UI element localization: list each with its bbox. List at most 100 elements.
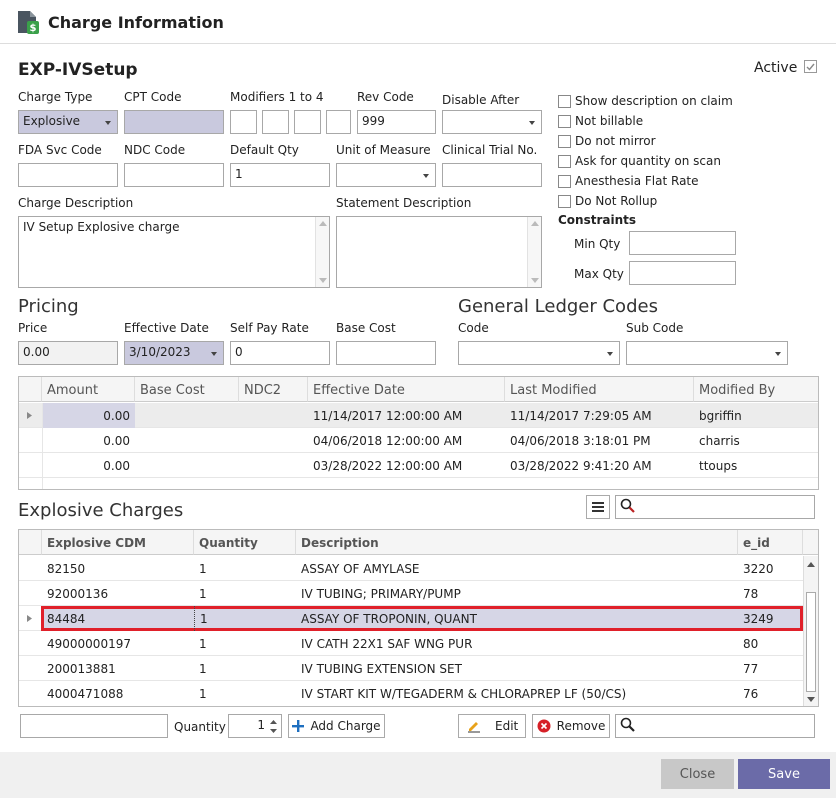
search-icon: [620, 717, 635, 732]
save-button[interactable]: Save: [738, 759, 830, 789]
cell-description: IV TUBING; PRIMARY/PUMP: [301, 587, 461, 601]
checkbox[interactable]: [558, 94, 571, 108]
option-do-not-mirror[interactable]: Do not mirror: [558, 131, 733, 151]
unit-of-measure-select[interactable]: [336, 163, 436, 187]
table-row[interactable]: 92000136 1 IV TUBING; PRIMARY/PUMP 78: [19, 581, 803, 606]
cell-ndc2: [239, 428, 308, 453]
cell-modified-by: ttoups: [699, 459, 738, 473]
textarea-scrollbar[interactable]: [527, 217, 541, 287]
active-checkbox[interactable]: [804, 60, 817, 73]
charge-type-select[interactable]: Explosive: [18, 110, 118, 134]
search-icon: [620, 498, 635, 513]
column-header-effective-date[interactable]: Effective Date: [308, 377, 505, 402]
scroll-up-icon[interactable]: [319, 221, 327, 226]
max-qty-input[interactable]: [629, 261, 736, 285]
bottom-search-input[interactable]: [615, 714, 815, 738]
cell-quantity: 1: [199, 662, 207, 676]
column-header-e-id[interactable]: e_id: [738, 530, 803, 555]
scroll-down-icon[interactable]: [531, 278, 539, 283]
default-qty-input[interactable]: 1: [230, 163, 330, 187]
modifier-1-input[interactable]: [230, 110, 257, 134]
table-row[interactable]: 200013881 1 IV TUBING EXTENSION SET 77: [19, 656, 803, 681]
price-input[interactable]: 0.00: [18, 341, 118, 365]
cell-cdm: 82150: [47, 562, 86, 576]
gl-code-label: Code: [458, 321, 489, 335]
cell-e-id: 77: [743, 662, 759, 676]
scroll-down-icon[interactable]: [807, 697, 815, 702]
column-header-last-modified[interactable]: Last Modified: [505, 377, 694, 402]
column-header-description[interactable]: Description: [296, 530, 738, 555]
gl-code-select[interactable]: [458, 341, 620, 365]
table-row[interactable]: 0.00 04/06/2018 12:00:00 AM 04/06/2018 3…: [19, 428, 818, 453]
column-header-base-cost[interactable]: Base Cost: [135, 377, 239, 402]
self-pay-rate-input[interactable]: 0: [230, 341, 330, 365]
cell-description: ASSAY OF TROPONIN, QUANT: [301, 612, 477, 626]
table-row[interactable]: 82150 1 ASSAY OF AMYLASE 3220: [19, 556, 803, 581]
option-ask-quantity[interactable]: Ask for quantity on scan: [558, 151, 733, 171]
quantity-stepper[interactable]: 1: [228, 714, 282, 738]
grid-divider: [42, 403, 43, 489]
cpt-code-input[interactable]: [124, 110, 224, 134]
scroll-up-icon[interactable]: [807, 562, 815, 567]
pricing-section-title: Pricing: [18, 296, 79, 317]
option-not-billable[interactable]: Not billable: [558, 111, 733, 131]
table-row[interactable]: 0.00 11/14/2017 12:00:00 AM 11/14/2017 7…: [19, 403, 818, 428]
table-row-selected[interactable]: 84484 1 ASSAY OF TROPONIN, QUANT 3249: [19, 606, 803, 631]
column-header-ndc2[interactable]: NDC2: [239, 377, 308, 402]
explosive-search-input[interactable]: [615, 495, 815, 519]
remove-button[interactable]: Remove: [532, 714, 610, 738]
base-cost-input[interactable]: [336, 341, 436, 365]
checkbox[interactable]: [558, 194, 571, 208]
ndc-code-input[interactable]: [124, 163, 224, 187]
active-label: Active: [754, 60, 798, 76]
cell-e-id: 76: [743, 687, 759, 701]
checkbox[interactable]: [558, 114, 571, 128]
column-header-amount[interactable]: Amount: [42, 377, 135, 402]
modifier-2-input[interactable]: [262, 110, 289, 134]
charge-description-textarea[interactable]: IV Setup Explosive charge: [18, 216, 330, 288]
min-qty-input[interactable]: [629, 231, 736, 255]
textarea-scrollbar[interactable]: [315, 217, 329, 287]
statement-description-textarea[interactable]: [336, 216, 542, 288]
grid-menu-button[interactable]: [586, 495, 610, 519]
cell-ndc2: [239, 453, 308, 478]
add-cdm-input[interactable]: [20, 714, 168, 738]
column-header-quantity[interactable]: Quantity: [194, 530, 296, 555]
vertical-scrollbar[interactable]: [803, 556, 818, 706]
effective-date-picker[interactable]: 3/10/2023: [124, 341, 224, 365]
option-show-description[interactable]: Show description on claim: [558, 91, 733, 111]
scrollbar-thumb[interactable]: [806, 592, 816, 692]
scroll-up-icon[interactable]: [531, 221, 539, 226]
edit-button[interactable]: Edit: [458, 714, 526, 738]
column-header-explosive-cdm[interactable]: Explosive CDM: [42, 530, 194, 555]
option-do-not-rollup[interactable]: Do Not Rollup: [558, 191, 733, 211]
stepper-down-icon[interactable]: [270, 729, 277, 733]
clinical-trial-input[interactable]: [442, 163, 542, 187]
cell-effective-date: 11/14/2017 12:00:00 AM: [313, 409, 463, 423]
grid-row-header: [19, 377, 42, 402]
disable-after-select[interactable]: [442, 110, 542, 134]
checkbox[interactable]: [558, 134, 571, 148]
checkbox[interactable]: [558, 174, 571, 188]
checkbox[interactable]: [558, 154, 571, 168]
stepper-up-icon[interactable]: [270, 720, 277, 724]
gl-sub-code-label: Sub Code: [626, 321, 684, 335]
option-anesthesia-flat-rate[interactable]: Anesthesia Flat Rate: [558, 171, 733, 191]
table-row[interactable]: 0.00 03/28/2022 12:00:00 AM 03/28/2022 9…: [19, 453, 818, 478]
modifier-4-input[interactable]: [326, 110, 351, 134]
hamburger-menu-icon: [592, 502, 604, 512]
scroll-down-icon[interactable]: [319, 278, 327, 283]
table-row[interactable]: 49000000197 1 IV CATH 22X1 SAF WNG PUR 8…: [19, 631, 803, 656]
fda-svc-code-input[interactable]: [18, 163, 118, 187]
table-row[interactable]: 4000471088 1 IV START KIT W/TEGADERM & C…: [19, 681, 803, 706]
modifier-3-input[interactable]: [294, 110, 321, 134]
column-header-modified-by[interactable]: Modified By: [694, 377, 818, 402]
close-button[interactable]: Close: [661, 759, 734, 789]
gl-sub-code-select[interactable]: [626, 341, 788, 365]
charge-description-value: IV Setup Explosive charge: [23, 220, 180, 234]
add-charge-button[interactable]: Add Charge: [288, 714, 385, 738]
grid-corner: [803, 530, 818, 555]
cell-cdm: 49000000197: [47, 637, 131, 651]
clinical-trial-label: Clinical Trial No.: [442, 143, 538, 157]
rev-code-input[interactable]: 999: [357, 110, 436, 134]
